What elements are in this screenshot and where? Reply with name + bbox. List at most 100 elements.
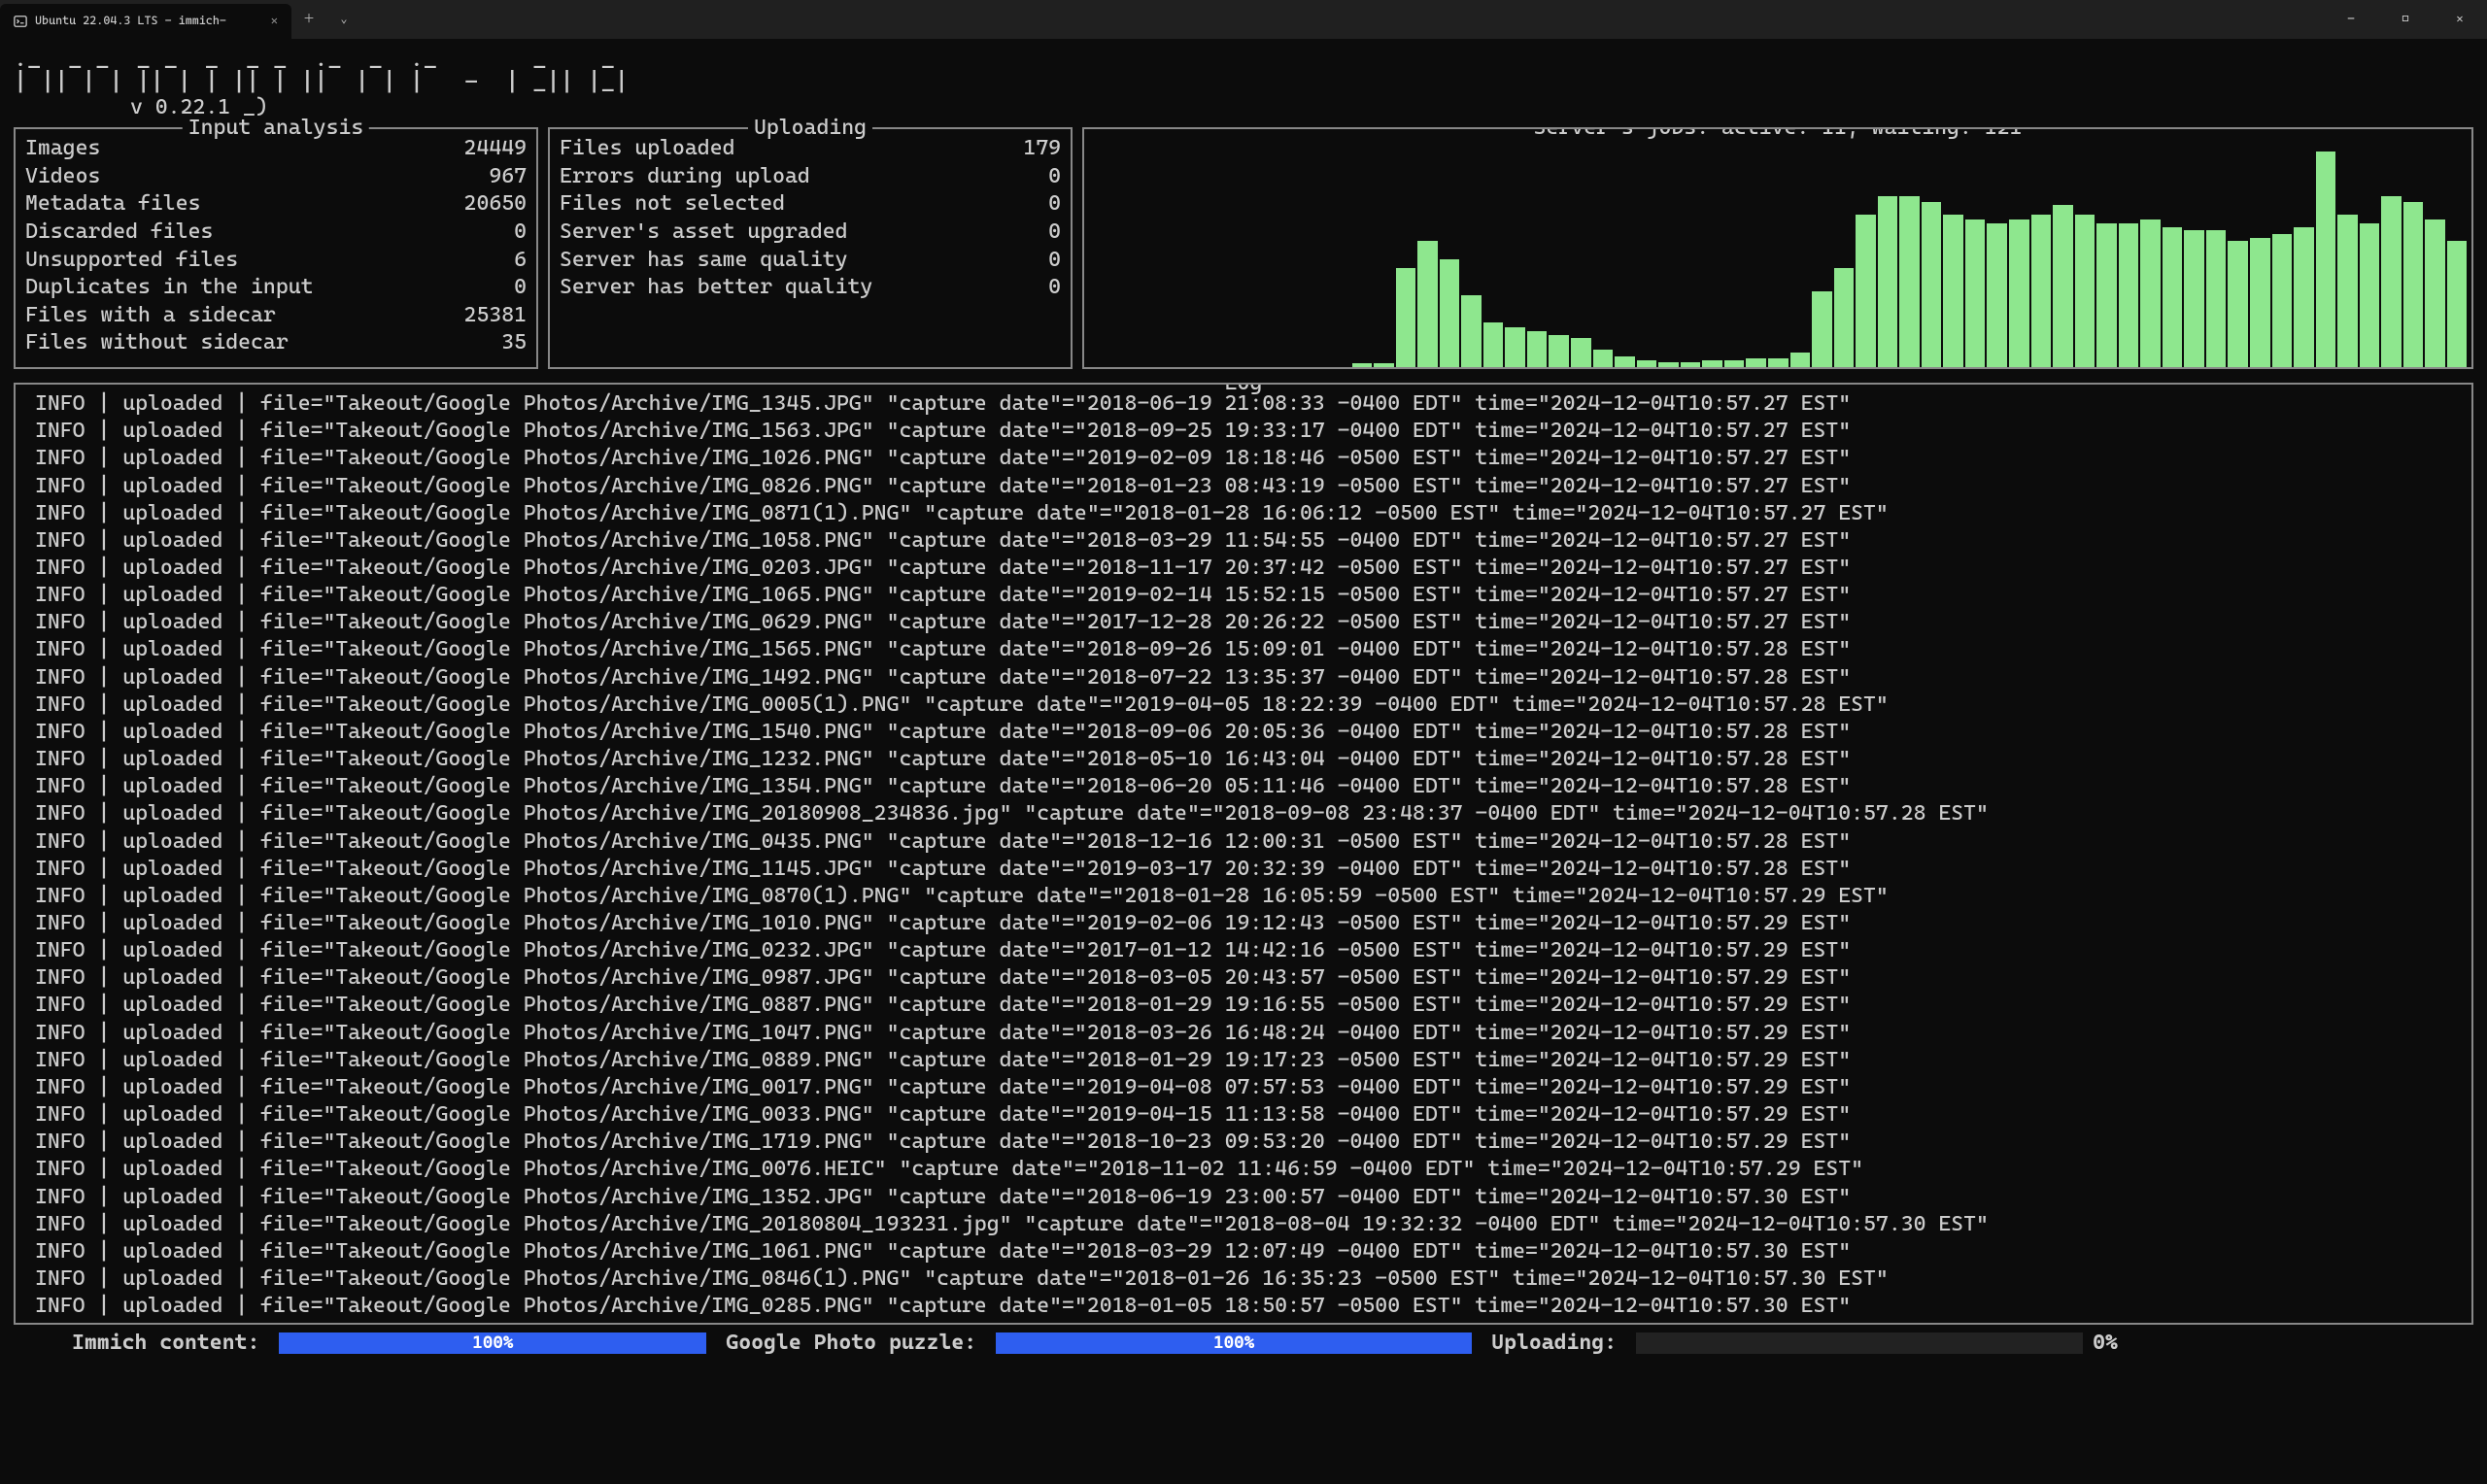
- chart-bar: [2447, 241, 2468, 367]
- input-analysis-title: Input analysis: [183, 116, 369, 140]
- app-version: v 0.22.1 _): [130, 95, 2473, 119]
- stat-row: Files without sidecar 35: [25, 329, 527, 357]
- stat-value: 0: [983, 190, 1061, 219]
- chart-bar: [2250, 238, 2270, 367]
- stat-label: Files not selected: [560, 190, 785, 219]
- tab-close-icon[interactable]: ✕: [267, 15, 282, 28]
- log-line: INFO | uploaded | file="Takeout/Google P…: [35, 527, 2462, 555]
- log-line: INFO | uploaded | file="Takeout/Google P…: [35, 883, 2462, 910]
- chart-bar: [2294, 227, 2314, 367]
- stat-label: Errors during upload: [560, 163, 810, 191]
- stat-value: 25381: [449, 302, 527, 330]
- log-line: INFO | uploaded | file="Takeout/Google P…: [35, 664, 2462, 691]
- log-line: INFO | uploaded | file="Takeout/Google P…: [35, 746, 2462, 773]
- log-line: INFO | uploaded | file="Takeout/Google P…: [35, 1211, 2462, 1238]
- chart-bar: [1527, 331, 1548, 367]
- stat-value: 967: [449, 163, 527, 191]
- chart-bar: [1812, 291, 1832, 367]
- chart-bar: [1899, 196, 1920, 367]
- stat-row: Server has same quality0: [560, 247, 1061, 275]
- log-line: INFO | uploaded | file="Takeout/Google P…: [35, 1184, 2462, 1211]
- chart-bar: [1396, 268, 1416, 367]
- log-line: INFO | uploaded | file="Takeout/Google P…: [35, 445, 2462, 472]
- log-line: INFO | uploaded | file="Takeout/Google P…: [35, 773, 2462, 800]
- server-jobs-chart: [1084, 129, 2471, 367]
- footer-status: Immich content: 100% Google Photo puzzle…: [14, 1325, 2473, 1355]
- stat-value: 6: [449, 247, 527, 275]
- log-line: INFO | uploaded | file="Takeout/Google P…: [35, 937, 2462, 964]
- log-line: INFO | uploaded | file="Takeout/Google P…: [35, 473, 2462, 500]
- log-line: INFO | uploaded | file="Takeout/Google P…: [35, 1265, 2462, 1293]
- tab-dropdown-button[interactable]: ⌄: [326, 0, 361, 39]
- log-line: INFO | uploaded | file="Takeout/Google P…: [35, 1129, 2462, 1156]
- chart-bar: [1440, 259, 1460, 367]
- stat-value: 0: [983, 163, 1061, 191]
- log-line: INFO | uploaded | file="Takeout/Google P…: [35, 800, 2462, 827]
- stat-row: Discarded files0: [25, 219, 527, 247]
- chart-bar: [2184, 230, 2204, 367]
- stat-value: 24449: [449, 135, 527, 163]
- log-line: INFO | uploaded | file="Takeout/Google P…: [35, 582, 2462, 609]
- stat-value: 0: [983, 274, 1061, 302]
- chart-bar: [1746, 358, 1766, 367]
- log-line: INFO | uploaded | file="Takeout/Google P…: [35, 1293, 2462, 1320]
- log-line: INFO | uploaded | file="Takeout/Google P…: [35, 609, 2462, 636]
- chart-bar: [1965, 219, 1986, 367]
- stat-row: Duplicates in the input0: [25, 274, 527, 302]
- stat-row: Server has better quality0: [560, 274, 1061, 302]
- chart-bar: [1352, 363, 1373, 367]
- immich-content-progress: 100%: [279, 1332, 706, 1354]
- chart-bar: [2228, 241, 2248, 367]
- stat-label: Metadata files: [25, 190, 200, 219]
- server-jobs-panel: Server's jobs: active: 11, waiting: 121: [1082, 127, 2473, 369]
- chart-bar: [2425, 219, 2445, 367]
- chart-bar: [1505, 327, 1525, 367]
- stat-row: Metadata files20650: [25, 190, 527, 219]
- stat-label: Files without sidecar: [25, 329, 289, 357]
- log-line: INFO | uploaded | file="Takeout/Google P…: [35, 1047, 2462, 1074]
- chart-bar: [2360, 223, 2380, 367]
- stat-label: Duplicates in the input: [25, 274, 313, 302]
- stat-label: Files uploaded: [560, 135, 734, 163]
- window-minimize-button[interactable]: —: [2324, 0, 2378, 39]
- stat-row: Errors during upload 0: [560, 163, 1061, 191]
- app-ascii-title: ._ _ _ _ _ _ _ _ ._ _ ._ _ _ | || | | ||…: [14, 47, 2473, 93]
- chart-bar: [1724, 360, 1745, 367]
- chart-bar: [1637, 360, 1657, 367]
- chart-bar: [2381, 196, 2402, 367]
- input-analysis-panel: Input analysis Images24449Videos967Metad…: [14, 127, 538, 369]
- chart-bar: [1483, 322, 1504, 367]
- chart-bar: [2053, 205, 2073, 367]
- log-line: INFO | uploaded | file="Takeout/Google P…: [35, 1238, 2462, 1265]
- terminal-output[interactable]: ._ _ _ _ _ _ _ _ ._ _ ._ _ _ | || | | ||…: [0, 39, 2487, 1359]
- window-close-button[interactable]: ✕: [2433, 0, 2487, 39]
- stat-row: Files not selected 0: [560, 190, 1061, 219]
- chart-bar: [1702, 360, 1722, 367]
- uploading-progress: [1636, 1332, 2083, 1354]
- uploading-pct: 0%: [2093, 1331, 2118, 1355]
- stat-value: 35: [449, 329, 527, 357]
- chart-bar: [1768, 358, 1789, 367]
- window-maximize-button[interactable]: □: [2378, 0, 2433, 39]
- uploading-panel: Uploading Files uploaded179Errors during…: [548, 127, 1073, 369]
- log-title: Log: [1219, 383, 1269, 395]
- log-line: INFO | uploaded | file="Takeout/Google P…: [35, 992, 2462, 1019]
- chart-bar: [1615, 356, 1635, 367]
- stat-label: Unsupported files: [25, 247, 238, 275]
- stat-label: Images: [25, 135, 100, 163]
- new-tab-button[interactable]: ＋: [291, 0, 326, 39]
- chart-bar: [1374, 363, 1394, 367]
- chart-bar: [2206, 230, 2227, 367]
- chart-bar: [2316, 152, 2336, 367]
- immich-content-label: Immich content:: [72, 1331, 259, 1355]
- terminal-tab[interactable]: Ubuntu 22.04.3 LTS - immich- ✕: [0, 4, 291, 39]
- uploading-label: Uploading:: [1491, 1331, 1617, 1355]
- stat-label: Discarded files: [25, 219, 213, 247]
- log-line: INFO | uploaded | file="Takeout/Google P…: [35, 1156, 2462, 1183]
- chart-bar: [1593, 350, 1614, 368]
- chart-bar: [1549, 335, 1569, 367]
- log-line: INFO | uploaded | file="Takeout/Google P…: [35, 555, 2462, 582]
- log-line: INFO | uploaded | file="Takeout/Google P…: [35, 1101, 2462, 1129]
- chart-bar: [1878, 196, 1898, 367]
- log-line: INFO | uploaded | file="Takeout/Google P…: [35, 636, 2462, 663]
